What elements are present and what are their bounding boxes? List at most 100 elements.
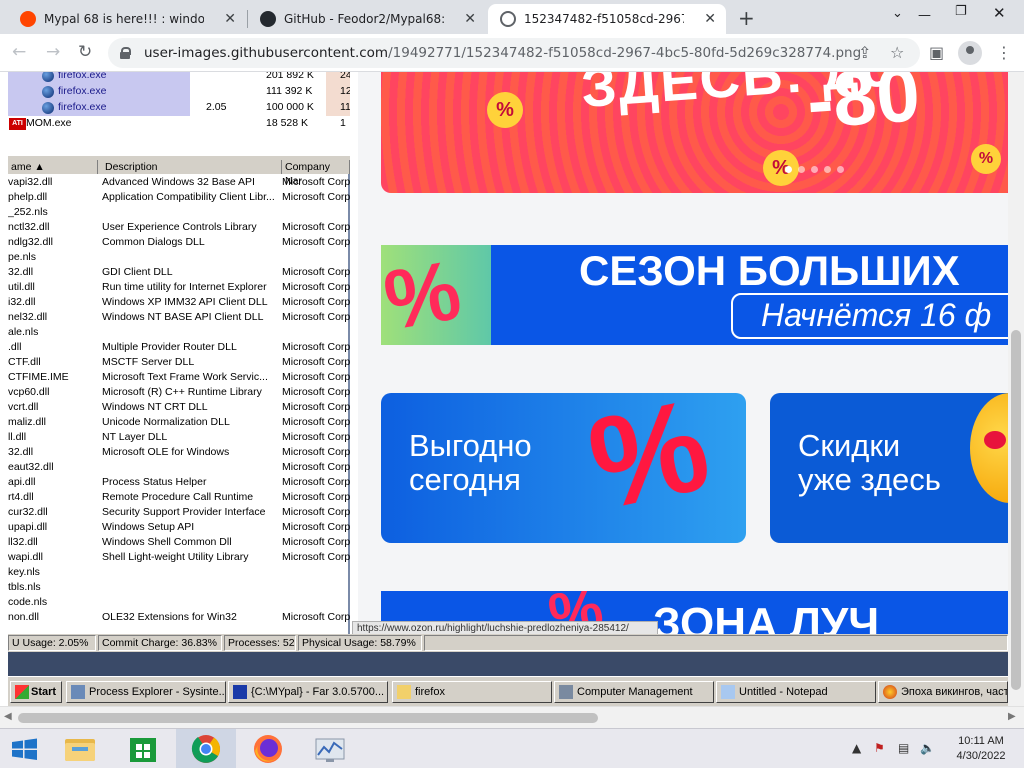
start-button[interactable]: Start (10, 681, 62, 703)
show-hidden-icons-icon[interactable]: ▲ (852, 741, 861, 755)
window-close-icon[interactable]: ✕ (993, 4, 1006, 22)
dll-row[interactable]: upapi.dll Windows Setup API Microsoft Corp (8, 521, 350, 536)
column-company[interactable]: Company Nar (282, 160, 350, 187)
dll-row[interactable]: wapi.dll Shell Light-weight Utility Libra… (8, 551, 350, 566)
dll-row[interactable]: vcp60.dll Microsoft (R) C++ Runtime Libra… (8, 386, 350, 401)
profile-avatar[interactable] (958, 41, 982, 65)
back-icon[interactable]: ← (12, 42, 26, 62)
file-explorer-button[interactable] (50, 729, 110, 768)
dll-name: upapi.dll (8, 521, 48, 533)
address-bar[interactable]: user-images.githubusercontent.com/194927… (108, 38, 920, 68)
process-row[interactable]: ATI MOM.exe 18 528 K 1 (8, 116, 350, 133)
dll-row[interactable]: ll32.dll Windows Shell Common Dll Microsof… (8, 536, 350, 551)
process-row[interactable]: firefox.exe 111 392 K 12 (8, 84, 350, 101)
menu-icon[interactable]: ⋮ (996, 43, 1012, 62)
github-icon (260, 11, 276, 27)
column-name[interactable]: ame ▲ (8, 160, 98, 174)
taskbar-notepad[interactable]: Untitled - Notepad (716, 681, 876, 703)
carousel-dots[interactable] (785, 158, 850, 177)
dll-row[interactable]: util.dll Run time utility for Internet Ex… (8, 281, 350, 296)
network-icon[interactable]: ▤ (898, 741, 909, 755)
scroll-right-icon[interactable]: ▶ (1008, 711, 1016, 722)
taskbar-firefox-folder[interactable]: firefox (392, 681, 552, 703)
process-row[interactable]: firefox.exe 2.05 100 000 K 11 (8, 100, 350, 117)
dll-row[interactable]: vcrt.dll Windows NT CRT DLL Microsoft Corp (8, 401, 350, 416)
bookmark-star-icon[interactable]: ☆ (890, 43, 904, 62)
volume-icon[interactable]: 🔈 (920, 741, 935, 755)
close-icon[interactable]: ✕ (224, 11, 236, 27)
system-clock[interactable]: 10:11 AM 4/30/2022 (944, 734, 1018, 764)
taskbar-computer-management[interactable]: Computer Management (554, 681, 714, 703)
scroll-left-icon[interactable]: ◀ (4, 711, 12, 722)
dll-row[interactable]: vapi32.dll Advanced Windows 32 Base API Mi… (8, 176, 350, 191)
dll-row[interactable]: ndlg32.dll Common Dialogs DLL Microsoft Co… (8, 236, 350, 251)
vertical-scrollbar[interactable] (1008, 72, 1024, 706)
tab-search-icon[interactable]: ⌄ (892, 6, 903, 21)
close-icon[interactable]: ✕ (704, 11, 716, 27)
lock-icon[interactable] (120, 47, 131, 59)
tab-reddit[interactable]: Mypal 68 is here!!! : windowsxp ✕ (8, 4, 246, 34)
dll-row[interactable]: cur32.dll Security Support Provider Inter… (8, 506, 350, 521)
dll-description: Microsoft Text Frame Work Servic... (102, 371, 268, 383)
percent-coin-icon: % (487, 92, 523, 128)
dll-row[interactable]: i32.dll Windows XP IMM32 API Client DLL Mi… (8, 296, 350, 311)
action-center-icon[interactable]: ⚑ (874, 741, 885, 755)
side-panel-icon[interactable]: ▣ (929, 43, 944, 62)
process-row[interactable]: firefox.exe 201 892 K 24 (8, 72, 350, 85)
status-empty (424, 635, 1008, 651)
taskbar-label: {C:\MYpal} - Far 3.0.5700... (251, 686, 385, 698)
dll-row[interactable]: CTF.dll MSCTF Server DLL Microsoft Corp (8, 356, 350, 371)
dll-row[interactable]: eaut32.dll Microsoft Corp (8, 461, 350, 476)
dll-row[interactable]: api.dll Process Status Helper Microsoft Co… (8, 476, 350, 491)
dll-row[interactable]: pe.nls (8, 251, 350, 266)
dll-row[interactable]: phelp.dll Application Compatibility Clien… (8, 191, 350, 206)
taskbar-browser-window[interactable]: Эпоха викингов, часть (878, 681, 1008, 703)
dll-name: util.dll (8, 281, 35, 293)
scrollbar-thumb[interactable] (1011, 330, 1021, 690)
taskbar-label: Process Explorer - Sysinte... (89, 686, 226, 698)
dll-row[interactable]: maliz.dll Unicode Normalization DLL Micros… (8, 416, 350, 431)
url-host: user-images.githubusercontent.com (144, 45, 389, 61)
tab-github[interactable]: GitHub - Feodor2/Mypal68: web ✕ (248, 4, 486, 34)
forward-icon[interactable]: → (46, 42, 60, 62)
tab-image[interactable]: 152347482-f51058cd-2967-4bc5 ✕ (488, 4, 726, 34)
dll-row[interactable]: _252.nls (8, 206, 350, 221)
dll-row[interactable]: ll.dll NT Layer DLL Microsoft Corp (8, 431, 350, 446)
restore-icon[interactable]: ❐ (955, 4, 967, 19)
dll-row[interactable]: rt4.dll Remote Procedure Call Runtime Micr… (8, 491, 350, 506)
dll-row[interactable]: tbls.nls (8, 581, 350, 596)
scrollbar-thumb[interactable] (18, 713, 598, 723)
column-description[interactable]: Description (102, 160, 282, 174)
promo-banner-season[interactable]: % СЕЗОН БОЛЬШИХ Начнётся 16 ф (381, 245, 1008, 345)
dll-row[interactable]: ale.nls (8, 326, 350, 341)
dll-row[interactable]: non.dll OLE32 Extensions for Win32 Microso… (8, 611, 350, 626)
dll-row[interactable]: CTFIME.IME Microsoft Text Frame Work Serv… (8, 371, 350, 386)
horizontal-scrollbar[interactable]: ◀ ▶ (0, 706, 1024, 728)
share-icon[interactable]: ⇪ (858, 43, 871, 62)
performance-monitor-button[interactable] (300, 729, 360, 768)
close-icon[interactable]: ✕ (464, 11, 476, 27)
dll-name: 32.dll (8, 446, 34, 458)
dll-company: Microsoft Corp (282, 176, 350, 188)
dll-row[interactable]: code.nls (8, 596, 350, 611)
dll-row[interactable]: nctl32.dll User Experience Controls Libra… (8, 221, 350, 236)
new-tab-button[interactable]: + (738, 6, 755, 30)
promo-card-discounts[interactable]: Скидки уже здесь (770, 393, 1008, 543)
taskbar-process-explorer[interactable]: Process Explorer - Sysinte... (66, 681, 226, 703)
dll-description: OLE32 Extensions for Win32 (102, 611, 237, 623)
minimize-icon[interactable]: — (918, 8, 931, 23)
promo-card-today[interactable]: % Выгодно сегодня (381, 393, 746, 543)
dll-row[interactable]: key.nls (8, 566, 350, 581)
dll-row[interactable]: 32.dll Microsoft OLE for Windows Microsoft… (8, 446, 350, 461)
reload-icon[interactable]: ↻ (78, 42, 92, 62)
taskbar-far-manager[interactable]: {C:\MYpal} - Far 3.0.5700... (228, 681, 388, 703)
store-button[interactable] (114, 729, 174, 768)
firefox-button[interactable] (238, 729, 298, 768)
dll-row[interactable]: nel32.dll Windows NT BASE API Client DLL M… (8, 311, 350, 326)
tab-title: GitHub - Feodor2/Mypal68: web (284, 12, 444, 26)
dll-row[interactable]: 32.dll GDI Client DLL Microsoft Corp (8, 266, 350, 281)
chrome-button[interactable] (176, 729, 236, 768)
promo-banner-sale[interactable]: ЗДЕСЬ: до -80 % % % (381, 72, 1008, 193)
dll-name: ndlg32.dll (8, 236, 53, 248)
dll-row[interactable]: .dll Multiple Provider Router DLL Microsof… (8, 341, 350, 356)
